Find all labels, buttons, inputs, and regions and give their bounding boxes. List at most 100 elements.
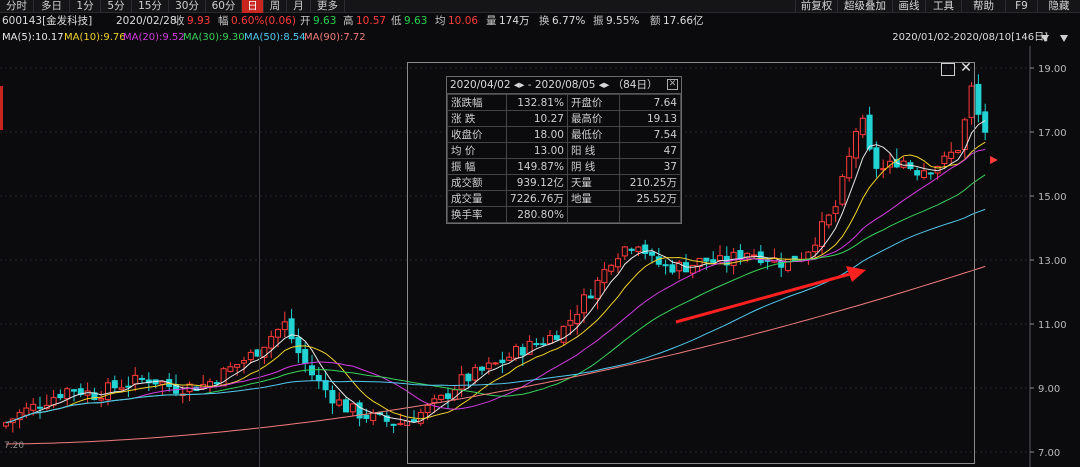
candle-body [105, 382, 111, 401]
candle-body [302, 348, 309, 364]
stats-value: 7.64 [618, 94, 682, 111]
candle-body [234, 364, 241, 368]
stats-value: 132.81% [506, 94, 568, 111]
quote-info-bar: 600143[金发科技] 2020/02/28 收 9.93 幅 0.60%(0… [0, 13, 1080, 30]
toolbar-button-5[interactable]: F9 [1005, 0, 1037, 13]
stats-label: 振 幅 [446, 158, 508, 175]
ma90-legend: MA(90):7.72 [304, 32, 366, 43]
panel-close-icon[interactable]: ✕ [667, 79, 678, 90]
stats-value: 13.00 [506, 142, 568, 159]
calendar-icon[interactable] [941, 63, 955, 76]
stats-row: 涨跌幅 132.81% 开盘价 7.64 [446, 94, 682, 111]
toolbar-button-3[interactable]: 工具 [925, 0, 961, 13]
timeframe-tab-0[interactable]: 分时 [0, 0, 34, 13]
toolbar-button-2[interactable]: 画线 [892, 0, 925, 13]
left-edge-marker [0, 86, 3, 130]
stats-value: 19.13 [618, 110, 682, 127]
stats-row: 均 价 13.00 阳 线 47 [446, 142, 682, 159]
high-label: 高 [343, 15, 354, 27]
toolbar-button-6[interactable]: 隐藏 [1037, 0, 1080, 13]
crosshair-line [259, 46, 260, 467]
candle-body [370, 412, 377, 422]
stats-label: 涨 跌 [446, 110, 508, 127]
candle-body [57, 393, 64, 399]
candle-body [64, 388, 71, 400]
candle-body [30, 403, 37, 411]
candle-body [111, 380, 118, 389]
candle-body [227, 366, 234, 372]
timeframe-tab-1[interactable]: 多日 [34, 0, 70, 13]
period-toolbar: 分时 多日 1分 5分 15分 30分 60分日周月更多 前复权 超级叠加 画线 工具 帮助 F9 隐藏 [0, 0, 1080, 13]
toolbar-button-0[interactable]: 前复权 [795, 0, 837, 13]
close-selection-icon[interactable]: ✕ [958, 61, 974, 77]
timeframe-tab-7[interactable]: 日 [242, 0, 264, 13]
stats-row: 涨 跌 10.27 最高价 19.13 [446, 110, 682, 127]
stats-value: 7226.76万 [506, 190, 568, 207]
amount-label: 额 [650, 15, 661, 27]
candle-body [3, 422, 9, 427]
range-dropdown-icon[interactable] [1040, 34, 1070, 44]
stats-value [618, 206, 682, 223]
stats-row: 成交量 7226.76万 地量 25.52万 [446, 190, 682, 207]
candle-body [275, 329, 281, 338]
stats-label: 换手率 [446, 206, 508, 223]
current-price-marker-icon [990, 156, 998, 164]
timeframe-tab-6[interactable]: 60分 [206, 0, 242, 13]
low-value: 9.63 [404, 15, 428, 27]
candle-body [241, 360, 247, 364]
stats-value: 18.00 [506, 126, 568, 143]
stats-value: 210.25万 [618, 174, 682, 191]
timeframe-tab-5[interactable]: 30分 [169, 0, 206, 13]
stats-label: 开盘价 [566, 94, 620, 111]
stats-row: 振 幅 149.87% 阴 线 37 [446, 158, 682, 175]
ma20-legend: MA(20):9.52 [123, 32, 185, 43]
candle-body [295, 336, 302, 354]
stats-value: 10.27 [506, 110, 568, 127]
low-label: 低 [391, 15, 402, 27]
candle-body [390, 423, 397, 426]
interval-statistics-panel: 2020/04/02 ◂▸ - 2020/08/05 ◂▸ （84日） ✕ 涨跌… [446, 76, 682, 224]
candle-body [329, 390, 336, 404]
y-axis-label: 15.00 [1038, 192, 1067, 203]
timeframe-tab-3[interactable]: 5分 [101, 0, 132, 13]
interval-stats-table: 涨跌幅 132.81% 开盘价 7.64 涨 跌 10.27 最高价 19.13 收盘价 18.0… [446, 94, 682, 223]
timeframe-tab-8[interactable]: 周 [264, 0, 287, 13]
timeframe-tab-4[interactable]: 15分 [132, 0, 169, 13]
stats-value: 149.87% [506, 158, 568, 175]
quote-date: 2020/02/28 [116, 15, 177, 27]
candle-body [397, 423, 404, 426]
amplitude-label: 振 [593, 15, 604, 27]
candle-body [363, 414, 370, 419]
stats-label: 成交量 [446, 190, 508, 207]
candle-body [98, 398, 105, 401]
toolbar-button-4[interactable]: 帮助 [961, 0, 1005, 13]
stats-label: 地量 [566, 190, 620, 207]
candle-body [213, 382, 220, 385]
candle-body [220, 368, 227, 387]
close-label: 收 [174, 15, 185, 27]
toolbar-button-1[interactable]: 超级叠加 [837, 0, 892, 13]
avg-value: 10.06 [448, 15, 479, 27]
stats-label: 收盘价 [446, 126, 508, 143]
timeframe-tab-9[interactable]: 月 [287, 0, 311, 13]
stats-label [566, 206, 620, 223]
avg-label: 均 [435, 15, 446, 27]
stock-code-name[interactable]: 600143[金发科技] [2, 13, 92, 30]
y-axis-label: 7.00 [1038, 448, 1060, 459]
stats-label: 阳 线 [566, 142, 620, 159]
y-axis-label: 9.00 [1038, 384, 1060, 395]
open-label: 开 [300, 15, 311, 27]
timeframe-tab-2[interactable]: 1分 [70, 0, 101, 13]
stats-label: 阴 线 [566, 158, 620, 175]
timeframe-tab-10[interactable]: 更多 [311, 0, 345, 13]
stats-label: 天量 [566, 174, 620, 191]
y-axis-label: 17.00 [1038, 128, 1067, 139]
stats-value: 25.52万 [618, 190, 682, 207]
turnover-label: 换 [539, 15, 550, 27]
stats-label: 最低价 [566, 126, 620, 143]
date-range-label[interactable]: 2020/01/02-2020/08/10[146日] [870, 30, 1048, 46]
candle-body [336, 399, 343, 406]
candle-body [322, 380, 329, 391]
stats-value: 37 [618, 158, 682, 175]
y-axis-label: 19.00 [1038, 64, 1067, 75]
